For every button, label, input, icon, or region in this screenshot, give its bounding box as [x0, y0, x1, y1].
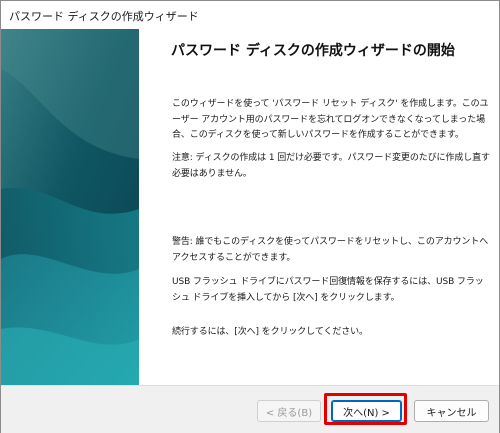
wizard-window: パスワード ディスクの作成ウィザード パスワード ディスクの作成ウィザードの開始… — [0, 0, 500, 433]
continue-instruction-text: 続行するには、[次へ] をクリックしてください。 — [172, 327, 368, 337]
page-title: パスワード ディスクの作成ウィザードの開始 — [171, 43, 455, 59]
teal-banner-graphic — [1, 29, 139, 385]
button-bar: < 戻る(B) 次へ(N) > キャンセル — [1, 385, 499, 433]
wizard-content: パスワード ディスクの作成ウィザードの開始 このウィザードを使って 'パスワード… — [139, 29, 499, 385]
wizard-side-banner — [1, 29, 139, 385]
cancel-button[interactable]: キャンセル — [414, 400, 489, 422]
intro-text: このウィザードを使って 'パスワード リセット ディスク' を作成します。このユ… — [172, 99, 489, 140]
note-text: 注意: ディスクの作成は 1 回だけ必要です。パスワード変更のたびに作成し直す必… — [172, 153, 490, 179]
back-button: < 戻る(B) — [257, 400, 321, 422]
usb-instruction-text: USB フラッシュ ドライブにパスワード回復情報を保存するには、USB フラッシ… — [172, 277, 484, 303]
warning-text: 警告: 誰でもこのディスクを使ってパスワードをリセットし、このアカウントへアクセ… — [172, 237, 489, 263]
title-bar[interactable]: パスワード ディスクの作成ウィザード — [1, 1, 499, 29]
next-button[interactable]: 次へ(N) > — [331, 400, 402, 422]
window-title: パスワード ディスクの作成ウィザード — [9, 10, 199, 23]
